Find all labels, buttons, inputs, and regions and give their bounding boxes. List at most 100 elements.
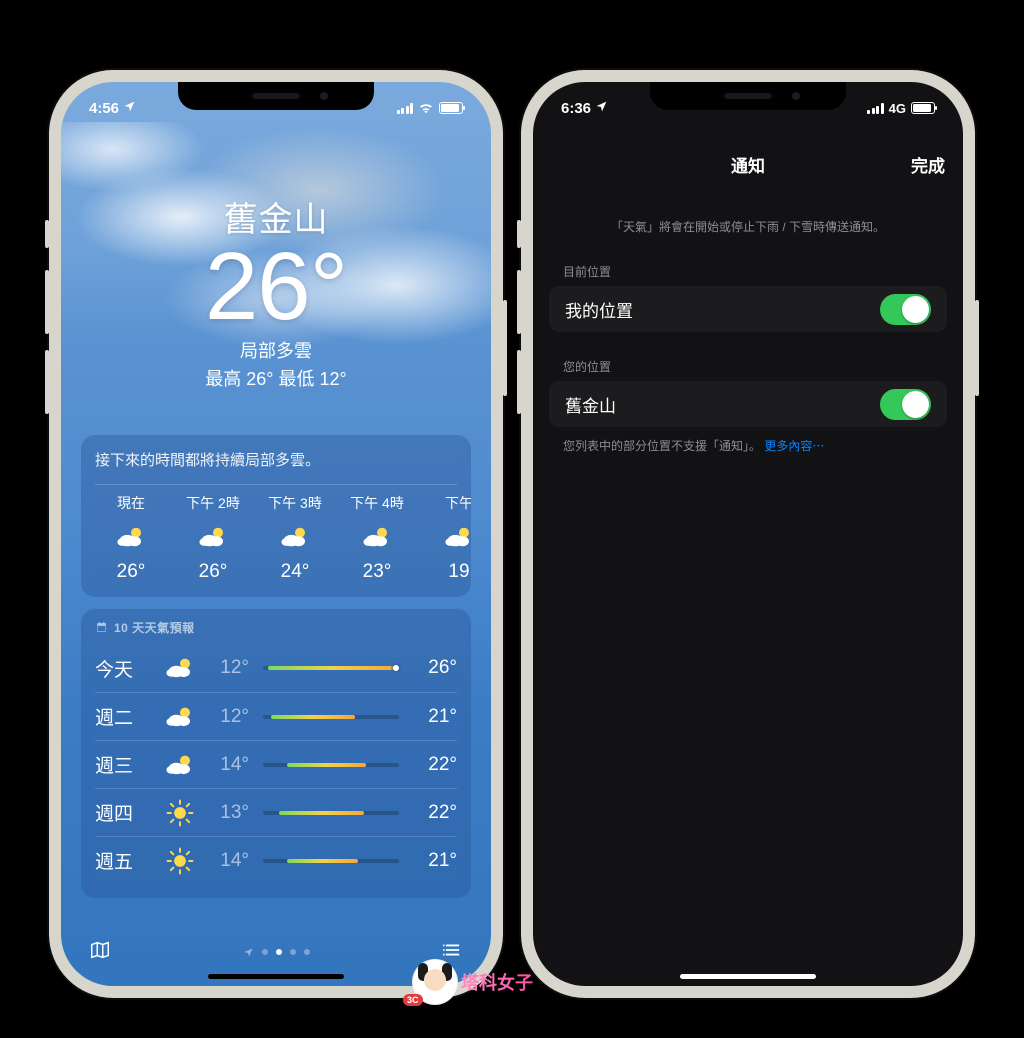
- section-header-yours: 您的位置: [533, 332, 963, 381]
- volume-down: [45, 350, 49, 414]
- day-high: 22°: [413, 802, 457, 824]
- battery-icon: [439, 102, 463, 114]
- temp-range-bar: [263, 715, 399, 719]
- day-high: 22°: [413, 754, 457, 776]
- power-button: [975, 300, 979, 396]
- notifications-screen: 6:36 4G 通知 完成 「天氣」將會在開始或停止下雨 / 下雪時傳送通知。 …: [533, 82, 963, 986]
- sunny-icon: [165, 798, 195, 828]
- done-button[interactable]: 完成: [911, 152, 945, 177]
- phone-notifications: 6:36 4G 通知 完成 「天氣」將會在開始或停止下雨 / 下雪時傳送通知。 …: [521, 70, 975, 998]
- daily-row[interactable]: 週五 14° 21°: [95, 836, 457, 884]
- day-high: 21°: [413, 706, 457, 728]
- day-name: 週三: [95, 751, 151, 778]
- hour-label: 下午 2時: [186, 493, 240, 513]
- wifi-icon: [418, 102, 434, 114]
- hour-temp: 26°: [199, 561, 228, 583]
- volume-up: [45, 270, 49, 334]
- daily-row[interactable]: 週三 14° 22°: [95, 740, 457, 788]
- day-low: 14°: [209, 850, 249, 872]
- mute-switch: [517, 220, 521, 248]
- day-low: 12°: [209, 706, 249, 728]
- temp-range-bar: [263, 859, 399, 863]
- nav-bar: 通知 完成: [533, 142, 963, 186]
- daily-card[interactable]: 10 天天氣預報 今天 12° 26° 週二 12°: [81, 609, 471, 898]
- hour-label: 現在: [117, 493, 145, 513]
- current-condition: 局部多雲: [81, 337, 471, 363]
- temp-range-bar: [263, 811, 399, 815]
- partly-cloudy-icon: [362, 523, 392, 551]
- hour-col: 下午 19: [423, 493, 471, 583]
- high-low: 最高 26° 最低 12°: [81, 365, 471, 391]
- home-indicator[interactable]: [208, 974, 344, 979]
- day-high: 21°: [413, 850, 457, 872]
- hour-col: 下午 3時 24°: [259, 493, 331, 583]
- notifications-description: 「天氣」將會在開始或停止下雨 / 下雪時傳送通知。: [533, 186, 963, 237]
- phone-weather: 4:56 舊金山 26° 局部多雲 最高 26°: [49, 70, 503, 998]
- day-low: 13°: [209, 802, 249, 824]
- partly-cloudy-icon: [116, 523, 146, 551]
- day-name: 週五: [95, 847, 151, 874]
- partly-cloudy-icon: [165, 752, 195, 778]
- cellular-icon: [867, 103, 884, 114]
- battery-icon: [911, 102, 935, 114]
- hourly-card[interactable]: 接下來的時間都將持續局部多雲。 現在 26° 下午 2時 26° 下午 3時: [81, 435, 471, 597]
- nav-title: 通知: [731, 152, 765, 177]
- daily-row[interactable]: 週四 13° 22°: [95, 788, 457, 836]
- watermark: 3C 塔科女子: [413, 960, 533, 1004]
- power-button: [503, 300, 507, 396]
- location-arrow-icon: [123, 100, 136, 117]
- page-indicator[interactable]: [243, 947, 310, 958]
- temp-range-bar: [263, 763, 399, 767]
- section-header-current: 目前位置: [533, 237, 963, 286]
- network-label: 4G: [889, 101, 906, 116]
- daily-row[interactable]: 今天 12° 26°: [95, 644, 457, 692]
- more-link[interactable]: 更多內容⋯: [764, 439, 824, 453]
- day-name: 週二: [95, 703, 151, 730]
- sunny-icon: [165, 846, 195, 876]
- location-arrow-icon: [595, 100, 608, 117]
- partly-cloudy-icon: [444, 523, 471, 551]
- daily-card-title: 10 天天氣預報: [95, 619, 457, 636]
- current-temp: 26°: [81, 239, 471, 335]
- hour-label: 下午 3時: [268, 493, 322, 513]
- map-icon[interactable]: [89, 939, 111, 966]
- hour-temp: 19: [448, 561, 469, 583]
- my-location-cell[interactable]: 我的位置: [549, 286, 947, 332]
- partly-cloudy-icon: [165, 655, 195, 681]
- cellular-icon: [397, 103, 414, 114]
- status-time: 6:36: [561, 100, 591, 117]
- calendar-icon: [95, 621, 108, 634]
- volume-down: [517, 350, 521, 414]
- hour-col: 下午 2時 26°: [177, 493, 249, 583]
- notch: [178, 82, 374, 110]
- partly-cloudy-icon: [165, 704, 195, 730]
- hour-temp: 23°: [363, 561, 392, 583]
- hourly-banner: 接下來的時間都將持續局部多雲。: [95, 449, 457, 470]
- day-high: 26°: [413, 657, 457, 679]
- hour-label: 下午 4時: [350, 493, 404, 513]
- day-low: 12°: [209, 657, 249, 679]
- temp-range-bar: [263, 666, 399, 670]
- weather-screen: 4:56 舊金山 26° 局部多雲 最高 26°: [61, 82, 491, 986]
- my-location-label: 我的位置: [565, 297, 633, 322]
- home-indicator[interactable]: [680, 974, 816, 979]
- weather-hero: 舊金山 26° 局部多雲 最高 26° 最低 12°: [81, 192, 471, 391]
- hour-col: 下午 4時 23°: [341, 493, 413, 583]
- partly-cloudy-icon: [280, 523, 310, 551]
- partly-cloudy-icon: [198, 523, 228, 551]
- hour-col: 現在 26°: [95, 493, 167, 583]
- status-time: 4:56: [89, 100, 119, 117]
- hour-label: 下午: [445, 493, 471, 513]
- notch: [650, 82, 846, 110]
- city-toggle[interactable]: [880, 389, 931, 420]
- mute-switch: [45, 220, 49, 248]
- hour-temp: 24°: [281, 561, 310, 583]
- city-cell-label: 舊金山: [565, 392, 616, 417]
- hour-temp: 26°: [117, 561, 146, 583]
- volume-up: [517, 270, 521, 334]
- day-name: 今天: [95, 655, 151, 682]
- footer-note: 您列表中的部分位置不支援「通知」。 更多內容⋯: [533, 427, 963, 455]
- daily-row[interactable]: 週二 12° 21°: [95, 692, 457, 740]
- city-cell[interactable]: 舊金山: [549, 381, 947, 427]
- my-location-toggle[interactable]: [880, 294, 931, 325]
